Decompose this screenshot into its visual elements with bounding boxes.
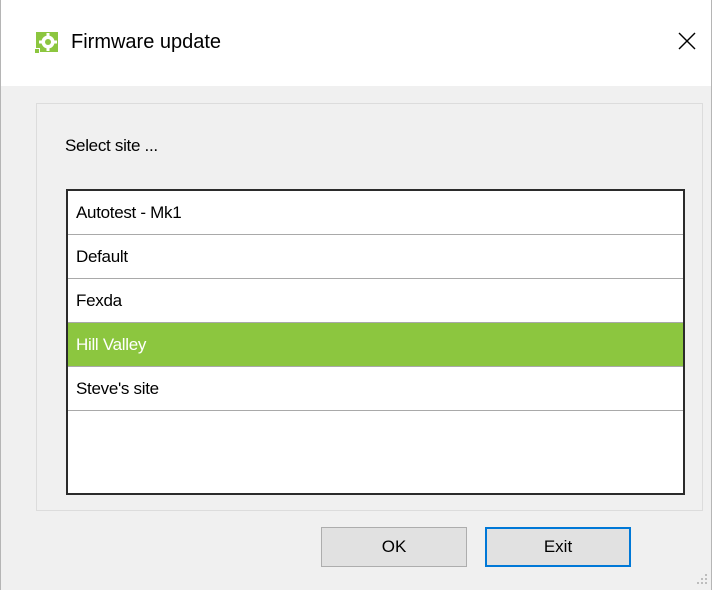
firmware-update-dialog: Firmware update Select site ... Autotest…	[0, 0, 712, 590]
gear-icon	[34, 30, 60, 54]
site-listbox[interactable]: Autotest - Mk1 Default Fexda Hill Valley…	[66, 189, 685, 495]
site-list-item-selected[interactable]: Hill Valley	[68, 323, 683, 367]
site-list-item[interactable]: Autotest - Mk1	[68, 191, 683, 235]
close-icon	[677, 31, 697, 56]
close-button[interactable]	[665, 22, 709, 64]
site-list-item[interactable]: Default	[68, 235, 683, 279]
site-list-item[interactable]: Fexda	[68, 279, 683, 323]
site-list-item[interactable]: Steve's site	[68, 367, 683, 411]
exit-button[interactable]: Exit	[485, 527, 631, 567]
dialog-title: Firmware update	[71, 31, 222, 53]
select-site-label: Select site ...	[65, 136, 158, 155]
title-bar[interactable]: Firmware update	[1, 0, 711, 86]
resize-grip-icon[interactable]	[697, 572, 709, 586]
ok-button[interactable]: OK	[321, 527, 467, 567]
